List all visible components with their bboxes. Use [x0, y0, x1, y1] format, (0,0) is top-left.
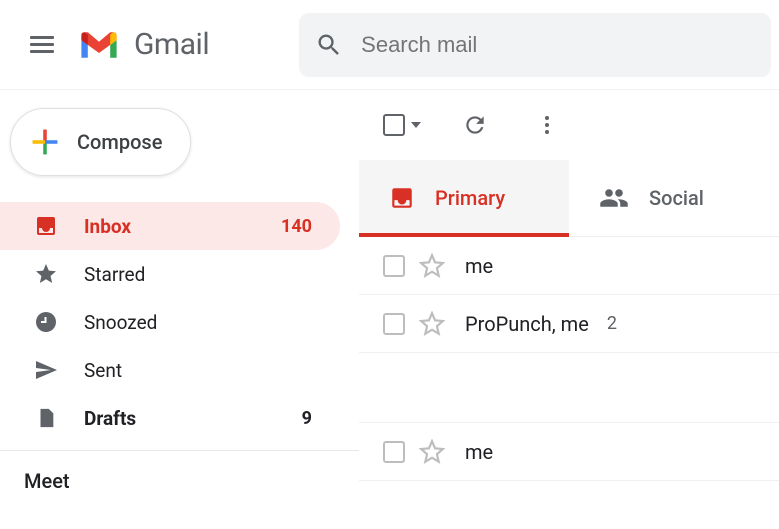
nav-label: Snoozed [84, 311, 322, 334]
refresh-icon [462, 112, 488, 138]
nav-count: 9 [302, 408, 312, 429]
compose-label: Compose [77, 130, 162, 154]
star-outline-icon[interactable] [419, 439, 445, 465]
category-tabs: Primary Social [359, 160, 779, 237]
app-header: Gmail [0, 0, 779, 90]
nav-label: Inbox [84, 215, 281, 238]
sender-name: me [465, 440, 493, 464]
email-list: me ProPunch, me 2 me [359, 237, 779, 481]
compose-button[interactable]: Compose [10, 108, 191, 176]
nav-label: Starred [84, 263, 322, 286]
chevron-down-icon [411, 122, 421, 128]
nav-label: Drafts [84, 407, 302, 430]
email-row-gap [359, 353, 779, 423]
inbox-icon [34, 214, 58, 238]
toolbar [359, 90, 779, 160]
email-row[interactable]: me [359, 237, 779, 295]
clock-icon [34, 310, 58, 334]
sender-name: ProPunch, me [465, 312, 589, 336]
sender-name: me [465, 254, 493, 278]
gmail-m-icon [78, 29, 120, 61]
tab-label: Social [649, 186, 704, 210]
refresh-button[interactable] [457, 107, 493, 143]
sidebar-item-sent[interactable]: Sent [0, 346, 340, 394]
hamburger-icon [30, 32, 54, 57]
more-button[interactable] [529, 107, 565, 143]
checkbox-icon [383, 114, 405, 136]
inbox-icon [389, 185, 415, 211]
search-input[interactable] [361, 32, 755, 58]
plus-icon [29, 126, 61, 158]
sidebar-item-inbox[interactable]: Inbox 140 [0, 202, 340, 250]
sidebar-item-snoozed[interactable]: Snoozed [0, 298, 340, 346]
tab-social[interactable]: Social [569, 160, 779, 236]
email-row[interactable]: me [359, 423, 779, 481]
row-checkbox[interactable] [383, 313, 405, 335]
send-icon [34, 358, 58, 382]
main-menu-button[interactable] [18, 21, 66, 69]
sidebar: Compose Inbox 140 Starred Snoozed [0, 90, 359, 529]
select-all-checkbox[interactable] [383, 114, 421, 136]
tab-label: Primary [435, 186, 505, 210]
sidebar-item-drafts[interactable]: Drafts 9 [0, 394, 340, 442]
thread-count: 2 [607, 313, 617, 334]
tab-primary[interactable]: Primary [359, 160, 569, 236]
more-vert-icon [535, 113, 559, 137]
search-bar[interactable] [299, 13, 771, 77]
gmail-wordmark: Gmail [134, 27, 209, 62]
sidebar-item-starred[interactable]: Starred [0, 250, 340, 298]
main-panel: Primary Social me ProPunch, me 2 [359, 90, 779, 529]
nav-label: Sent [84, 359, 322, 382]
star-outline-icon[interactable] [419, 311, 445, 337]
star-outline-icon[interactable] [419, 253, 445, 279]
row-checkbox[interactable] [383, 255, 405, 277]
file-icon [34, 406, 58, 430]
nav-count: 140 [281, 216, 312, 237]
email-row[interactable]: ProPunch, me 2 [359, 295, 779, 353]
search-icon [315, 31, 343, 59]
star-icon [34, 262, 58, 286]
row-checkbox[interactable] [383, 441, 405, 463]
gmail-logo[interactable]: Gmail [78, 27, 209, 62]
people-icon [599, 183, 629, 213]
nav-list: Inbox 140 Starred Snoozed Sent [0, 202, 359, 442]
meet-section-header: Meet [0, 451, 359, 493]
